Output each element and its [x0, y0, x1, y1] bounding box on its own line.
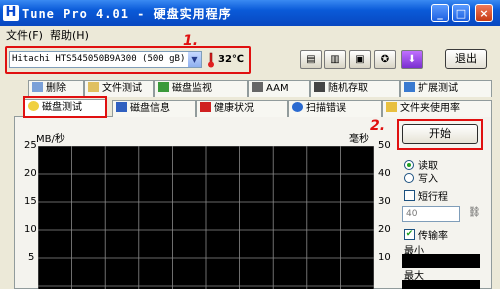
y-tick-right: 50 [378, 140, 391, 151]
extended-test-icon [404, 82, 415, 92]
trash-icon [32, 82, 43, 92]
file-test-icon [88, 82, 99, 92]
maximize-button[interactable]: □ [452, 4, 470, 22]
menu-file[interactable]: 文件(F) [6, 27, 43, 43]
options-icon[interactable]: ✪ [374, 50, 396, 69]
info-icon [116, 102, 127, 112]
copy-text-icon[interactable]: ▥ [324, 50, 346, 69]
transfer-rate-checkbox[interactable]: ✔ [404, 229, 415, 240]
folder-icon [386, 102, 397, 112]
short-stroke-checkbox[interactable] [404, 190, 415, 201]
y-tick-left: 20 [24, 168, 37, 179]
tab-extended-test[interactable]: 扩展测试 [400, 80, 492, 97]
exit-button[interactable]: 退出 [445, 49, 487, 69]
random-access-icon [314, 82, 325, 92]
y-tick-left: 5 [28, 252, 35, 263]
annotation-marker-2: 2. [370, 118, 386, 134]
y-tick-left: 25 [24, 140, 37, 151]
copy-icon[interactable]: ▤ [300, 50, 322, 69]
short-stroke-label: 短行程 [418, 192, 448, 203]
short-stroke-stepper[interactable]: 40 [402, 206, 460, 222]
app-icon: H [3, 5, 19, 21]
y-tick-left: 10 [24, 224, 37, 235]
tab-disk-info[interactable]: 磁盘信息 [112, 100, 196, 117]
save-icon[interactable]: ▣ [349, 50, 371, 69]
health-icon [200, 102, 211, 112]
benchmark-chart [38, 146, 374, 289]
tab-aam[interactable]: AAM [248, 80, 310, 97]
y-tick-right: 20 [378, 224, 391, 235]
start-button[interactable]: 开始 [402, 124, 478, 144]
window-title: Tune Pro 4.01 - 硬盘实用程序 [22, 7, 232, 21]
monitor-icon [158, 82, 169, 92]
max-value-field [402, 280, 480, 289]
transfer-rate-label: 传输率 [418, 231, 448, 242]
menu-help[interactable]: 帮助(H) [50, 27, 89, 43]
y-tick-right: 10 [378, 252, 391, 263]
thermometer-icon [208, 52, 214, 68]
write-label: 写入 [418, 174, 438, 185]
download-icon[interactable]: ⬇ [401, 50, 423, 69]
tab-error-scan[interactable]: 扫描错误 [288, 100, 382, 117]
read-radio[interactable] [404, 160, 414, 170]
drive-select[interactable]: Hitachi HTS545050B9A300 (500 gB) [9, 51, 202, 68]
tab-random-access[interactable]: 随机存取 [310, 80, 400, 97]
min-value-field [402, 254, 480, 268]
y-tick-right: 30 [378, 196, 391, 207]
chart-right-unit: 毫秒 [349, 134, 369, 145]
chart-left-unit: MB/秒 [36, 134, 65, 145]
speaker-icon [252, 82, 263, 92]
magnifier-icon [292, 102, 303, 112]
chevron-down-icon[interactable]: ▼ [188, 52, 201, 67]
annotation-box-tab [23, 96, 107, 118]
tab-health[interactable]: 健康状况 [196, 100, 288, 117]
write-radio[interactable] [404, 173, 414, 183]
temperature-readout: 32℃ [218, 54, 245, 65]
y-tick-right: 40 [378, 168, 391, 179]
y-tick-left: 15 [24, 196, 37, 207]
tab-folder-usage[interactable]: 文件夹使用率 [382, 100, 492, 117]
link-icon: ⛓ [468, 207, 481, 218]
close-button[interactable]: × [475, 4, 493, 22]
tab-disk-monitor[interactable]: 磁盘监视 [154, 80, 248, 97]
tab-file-test[interactable]: 文件测试 [84, 80, 154, 97]
tab-erase[interactable]: 删除 [28, 80, 84, 97]
minimize-button[interactable]: _ [431, 4, 449, 22]
